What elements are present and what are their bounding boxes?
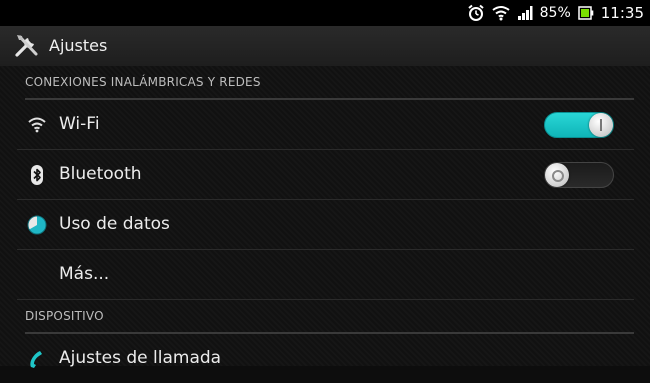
settings-list: CONEXIONES INALÁMBRICAS Y REDES Wi-Fi Bl…: [0, 66, 650, 368]
settings-item-bluetooth[interactable]: Bluetooth: [17, 150, 634, 200]
settings-item-label: Más...: [59, 264, 110, 284]
wifi-icon: [492, 5, 510, 21]
phone-icon: [26, 348, 48, 370]
alarm-icon: [467, 4, 485, 22]
bluetooth-toggle[interactable]: [544, 162, 614, 188]
section-header-device: DISPOSITIVO: [25, 300, 634, 334]
settings-item-label: Ajustes de llamada: [59, 348, 222, 368]
toggle-knob[interactable]: [545, 163, 569, 187]
settings-item-call-settings[interactable]: Ajustes de llamada: [17, 334, 634, 383]
toggle-knob[interactable]: [589, 113, 613, 137]
status-bar: 85% 11:35: [0, 0, 650, 26]
settings-item-data-usage[interactable]: Uso de datos: [17, 200, 634, 250]
battery-percent: 85%: [539, 5, 571, 21]
settings-item-label: Uso de datos: [59, 214, 170, 234]
section-header-wireless: CONEXIONES INALÁMBRICAS Y REDES: [25, 66, 634, 100]
settings-item-label: Bluetooth: [59, 164, 142, 184]
settings-tools-icon[interactable]: [14, 34, 40, 62]
action-bar: Ajustes: [0, 26, 650, 67]
status-icons: 85% 11:35: [467, 0, 644, 26]
settings-item-more[interactable]: Más...: [17, 250, 634, 300]
bluetooth-icon: [26, 164, 48, 186]
settings-item-label: Wi-Fi: [59, 114, 100, 134]
wifi-icon: [26, 114, 48, 136]
battery-icon: [578, 6, 594, 20]
clock: 11:35: [600, 4, 644, 22]
page-title: Ajustes: [49, 36, 108, 55]
wifi-toggle[interactable]: [544, 112, 614, 138]
settings-item-wifi[interactable]: Wi-Fi: [17, 100, 634, 150]
data-usage-icon: [26, 214, 48, 236]
signal-icon: [517, 5, 533, 21]
